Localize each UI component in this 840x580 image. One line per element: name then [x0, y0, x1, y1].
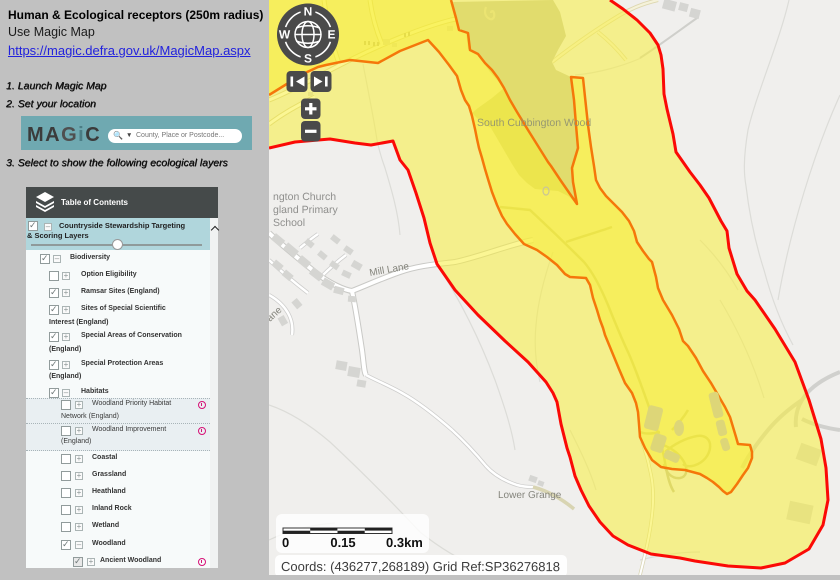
svg-text:0.15: 0.15 [330, 535, 355, 550]
svg-text:gland Primary: gland Primary [273, 204, 339, 216]
svg-text:N: N [304, 4, 313, 18]
svg-text:S: S [304, 51, 312, 65]
svg-text:W: W [279, 27, 291, 41]
svg-text:ngton Church: ngton Church [273, 191, 336, 203]
svg-text:School: School [273, 217, 305, 229]
svg-text:Coords: (436277,268189) Grid R: Coords: (436277,268189) Grid Ref:SP36276… [281, 559, 560, 574]
svg-text:South Cubbington Wood: South Cubbington Wood [477, 117, 591, 129]
svg-text:0.3km: 0.3km [386, 535, 423, 550]
svg-text:E: E [327, 27, 335, 41]
svg-text:0: 0 [282, 535, 289, 550]
svg-text:Lower Grange: Lower Grange [498, 490, 562, 501]
